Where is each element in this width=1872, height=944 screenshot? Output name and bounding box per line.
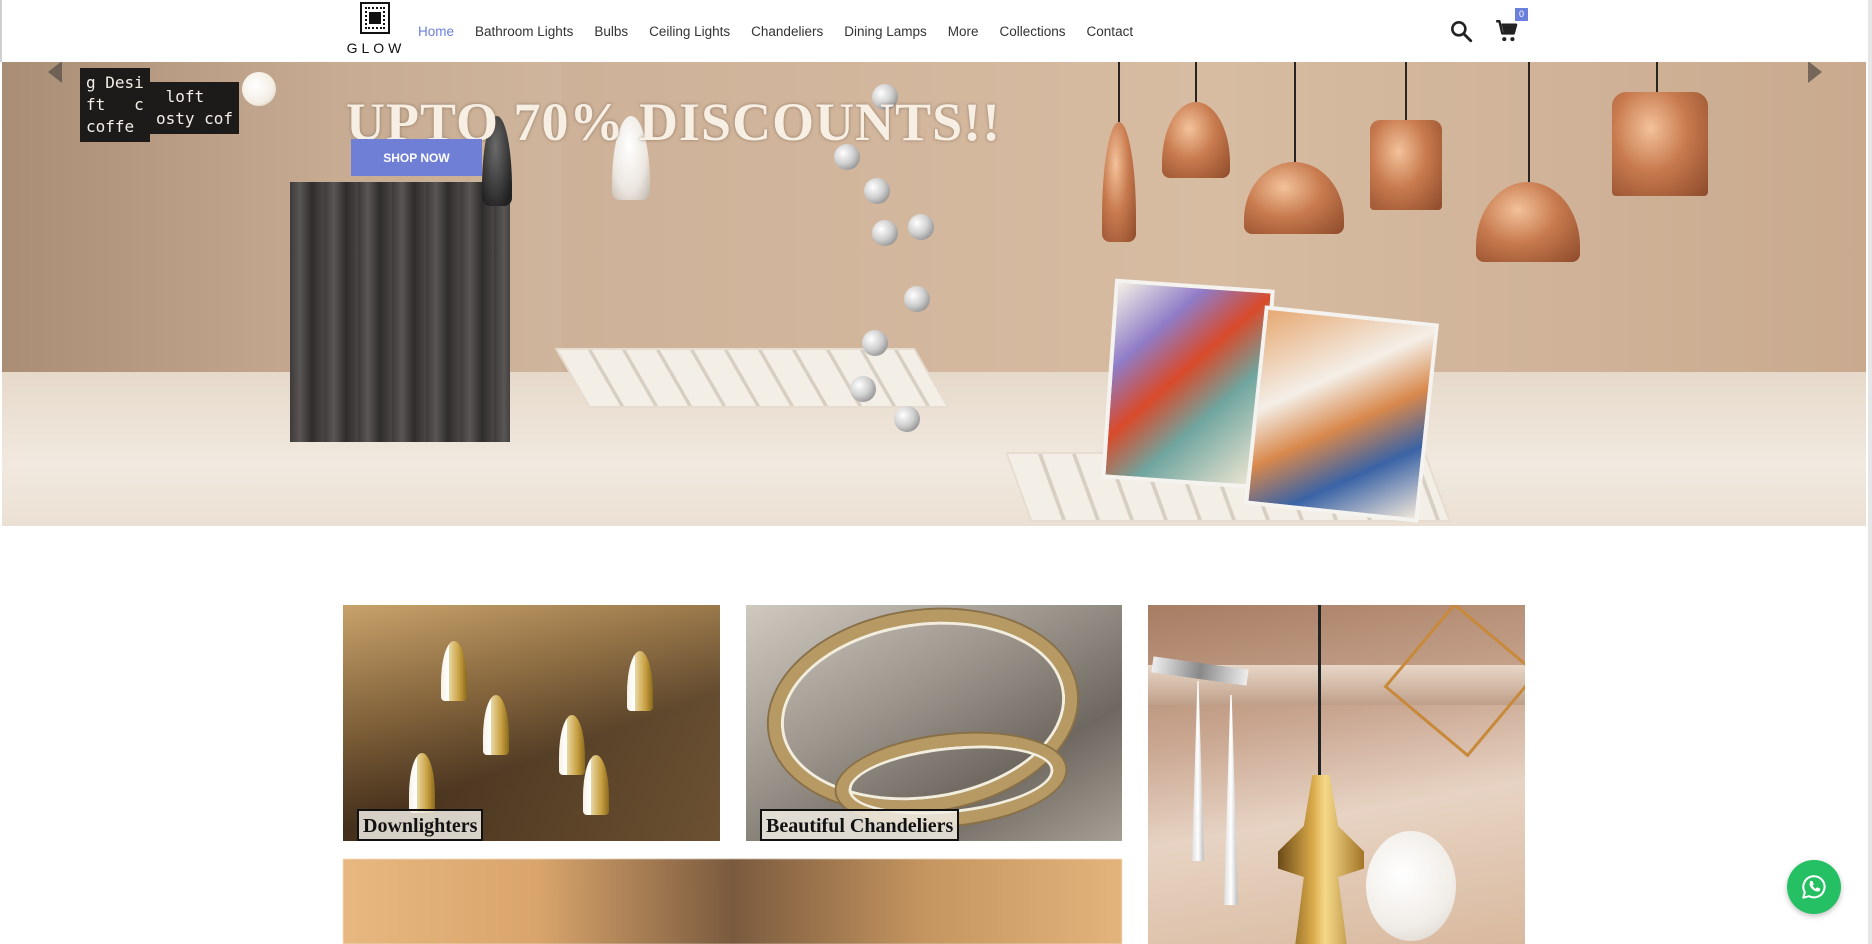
header-icons: 0: [1448, 0, 1540, 62]
nav-item-bulbs[interactable]: Bulbs: [594, 24, 628, 39]
tile-overlay: [343, 605, 720, 841]
hero-pendant-cord: [1118, 52, 1120, 122]
whatsapp-button[interactable]: [1787, 860, 1841, 914]
hero-mirror-ball: [894, 406, 920, 432]
hero-mirror-ball: [872, 220, 898, 246]
hero-sign: loft osty cof: [150, 82, 240, 134]
collection-tile-pendants[interactable]: [1148, 605, 1525, 944]
nav-item-dining-lamps[interactable]: Dining Lamps: [844, 24, 927, 39]
cart-icon[interactable]: 0: [1494, 8, 1528, 44]
scrollbar-track[interactable]: [1868, 0, 1872, 944]
hero-mirror-ball: [850, 376, 876, 402]
hero-pendant-shade: [1370, 120, 1442, 210]
slider-prev-arrow-icon[interactable]: [48, 61, 62, 83]
hero-pendant-cord: [1405, 52, 1407, 120]
nav-item-chandeliers[interactable]: Chandeliers: [751, 24, 823, 39]
nav-item-collections[interactable]: Collections: [1000, 24, 1066, 39]
slider-next-arrow-icon[interactable]: [1808, 61, 1822, 83]
tile-pendant-cord: [1318, 605, 1321, 775]
hero-globe-lamp: [242, 72, 276, 106]
main-nav: Home Bathroom Lights Bulbs Ceiling Light…: [418, 0, 1154, 62]
hero-mirror-ball: [908, 214, 934, 240]
hero-mirror-ball: [862, 330, 888, 356]
hero-pallet: [554, 348, 950, 408]
logo-mark-icon: [360, 2, 390, 34]
logo-text: GLOW: [346, 40, 406, 56]
tile-label-chandeliers: Beautiful Chandeliers: [760, 809, 960, 841]
cart-count-badge: 0: [1515, 8, 1528, 21]
tile-glass-pendant: [1192, 681, 1204, 861]
hero-curtain: [290, 182, 510, 442]
nav-item-more[interactable]: More: [948, 24, 979, 39]
nav-item-home[interactable]: Home: [418, 24, 454, 39]
tile-glass-pendant: [1224, 695, 1238, 905]
site-header: GLOW Home Bathroom Lights Bulbs Ceiling …: [0, 0, 1868, 62]
tile-geometric-lamp: [1383, 605, 1525, 758]
hero-mirror-ball: [864, 178, 890, 204]
hero-pendant-shade: [1612, 92, 1708, 196]
whatsapp-icon: [1802, 875, 1826, 899]
logo[interactable]: GLOW: [342, 0, 408, 60]
collection-tile-chandeliers[interactable]: Beautiful Chandeliers: [746, 605, 1122, 841]
hero-banner: g Desi ft c coffe loft osty cof UPTO 70%…: [2, 52, 1866, 526]
tile-white-disc-lamp: [1366, 831, 1456, 941]
nav-item-contact[interactable]: Contact: [1087, 24, 1134, 39]
search-icon[interactable]: [1448, 18, 1474, 44]
collection-tile-downlighters[interactable]: Downlighters: [343, 605, 720, 841]
hero-mirror-ball: [904, 286, 930, 312]
hero-pendant-cord: [1294, 52, 1296, 162]
hero-painting: [1244, 305, 1439, 523]
hero-sign: g Desi ft c coffe: [80, 68, 150, 142]
nav-item-ceiling-lights[interactable]: Ceiling Lights: [649, 24, 730, 39]
nav-item-bathroom-lights[interactable]: Bathroom Lights: [475, 24, 573, 39]
hero-pendant-cord: [1528, 52, 1530, 182]
tile-brass-pendant: [1278, 775, 1364, 944]
tile-label-downlighters: Downlighters: [357, 809, 484, 841]
collection-tile-wide[interactable]: [343, 859, 1122, 944]
shop-now-button[interactable]: SHOP NOW: [351, 139, 482, 176]
